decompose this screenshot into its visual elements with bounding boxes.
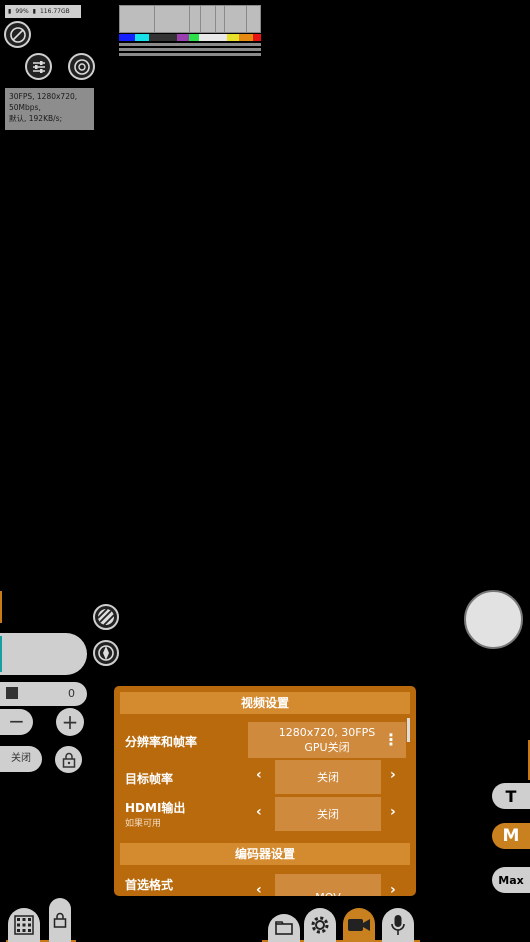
exposure-decrease-button[interactable]: − xyxy=(0,709,33,735)
battery-level: 99% xyxy=(15,8,29,15)
status-bar: ▮ 99% ▮ 116.77GB xyxy=(5,5,81,18)
target-fps-value: 关闭 xyxy=(275,760,381,794)
settings-lock-button[interactable] xyxy=(49,898,71,942)
hdmi-value: 关闭 xyxy=(275,797,381,831)
exposure-value: 0 xyxy=(68,687,75,700)
encoder-settings-header: 编码器设置 xyxy=(120,843,410,865)
grid-button[interactable] xyxy=(8,908,40,942)
panel-scrollbar[interactable] xyxy=(407,718,410,742)
aperture-icon xyxy=(73,58,90,75)
exposure-compensation-bar[interactable]: 0 xyxy=(0,682,87,706)
exposure-increase-button[interactable]: + xyxy=(56,708,84,736)
lock-icon xyxy=(53,912,67,928)
storage-icon: ▮ xyxy=(32,8,36,15)
zebra-icon xyxy=(97,608,115,626)
target-fps-next-button[interactable]: › xyxy=(390,767,396,783)
exposure-icon xyxy=(6,687,18,699)
lock-toggle[interactable]: 关闭 xyxy=(0,746,42,772)
resolution-row[interactable]: 分辨率和帧率 1280x720, 30FPS GPU关闭 ⋮ xyxy=(114,722,416,758)
mode-t-button[interactable]: T xyxy=(492,783,530,809)
more-options-icon[interactable]: ⋮ xyxy=(383,730,399,749)
gear-icon xyxy=(311,916,329,934)
video-camera-icon xyxy=(348,919,370,931)
format-label: 首选格式 xyxy=(125,878,174,892)
folder-icon xyxy=(275,921,293,935)
mode-m-button[interactable]: M xyxy=(492,823,530,849)
grid-icon xyxy=(14,915,34,935)
hdmi-prev-button[interactable]: ‹ xyxy=(256,804,262,820)
target-fps-label: 目标帧率 xyxy=(125,772,174,786)
settings-sliders-button[interactable] xyxy=(25,53,52,80)
sliders-icon xyxy=(32,60,45,73)
left-edge-accent xyxy=(0,636,2,672)
recording-info-box: 30FPS, 1280x720, 50Mbps, 默认, 192KB/s; xyxy=(5,88,94,130)
aperture-icon xyxy=(98,645,114,661)
storage-free: 116.77GB xyxy=(39,8,70,15)
target-fps-row: 目标帧率 ‹ 关闭 › xyxy=(114,760,416,794)
format-next-button[interactable]: › xyxy=(390,882,396,896)
battery-icon: ▮ xyxy=(8,8,12,15)
audio-tab[interactable] xyxy=(382,908,414,942)
hdmi-label: HDMI输出 xyxy=(125,801,186,815)
info-line: 30FPS, 1280x720, xyxy=(9,92,78,101)
format-value: MOV xyxy=(275,874,381,896)
resolution-value-line2: GPU关闭 xyxy=(304,740,350,754)
format-row: 首选格式 ‹ MOV › xyxy=(114,874,416,896)
microphone-icon xyxy=(391,915,405,935)
settings-tab[interactable] xyxy=(304,908,336,942)
video-tab[interactable] xyxy=(343,908,375,942)
record-button[interactable] xyxy=(464,590,523,649)
gallery-tab[interactable] xyxy=(268,914,300,942)
histogram-scope xyxy=(119,5,261,56)
info-line: 默认, 192KB/s; xyxy=(9,114,63,123)
lens-button[interactable] xyxy=(68,53,95,80)
info-line: 50Mbps, xyxy=(9,103,41,112)
hdmi-sublabel: 如果可用 xyxy=(125,819,162,829)
lock-button[interactable] xyxy=(55,746,82,773)
video-settings-panel: 视频设置 分辨率和帧率 1280x720, 30FPS GPU关闭 ⋮ 目标帧率… xyxy=(114,686,416,896)
hdmi-next-button[interactable]: › xyxy=(390,804,396,820)
target-fps-prev-button[interactable]: ‹ xyxy=(256,767,262,783)
focus-peaking-button[interactable] xyxy=(93,640,119,666)
resolution-label: 分辨率和帧率 xyxy=(125,735,198,749)
zoom-slider-track[interactable] xyxy=(0,633,87,675)
left-edge-marker xyxy=(0,591,2,623)
rotate-lock-button[interactable] xyxy=(4,21,31,48)
rotate-icon xyxy=(9,26,26,43)
hdmi-row: HDMI输出 如果可用 ‹ 关闭 › xyxy=(114,797,416,831)
resolution-value-line1: 1280x720, 30FPS xyxy=(278,725,376,739)
zebra-button[interactable] xyxy=(93,604,119,630)
format-prev-button[interactable]: ‹ xyxy=(256,882,262,896)
video-settings-header: 视频设置 xyxy=(120,692,410,714)
mode-max-button[interactable]: Max xyxy=(492,867,530,893)
lock-icon xyxy=(62,752,75,768)
